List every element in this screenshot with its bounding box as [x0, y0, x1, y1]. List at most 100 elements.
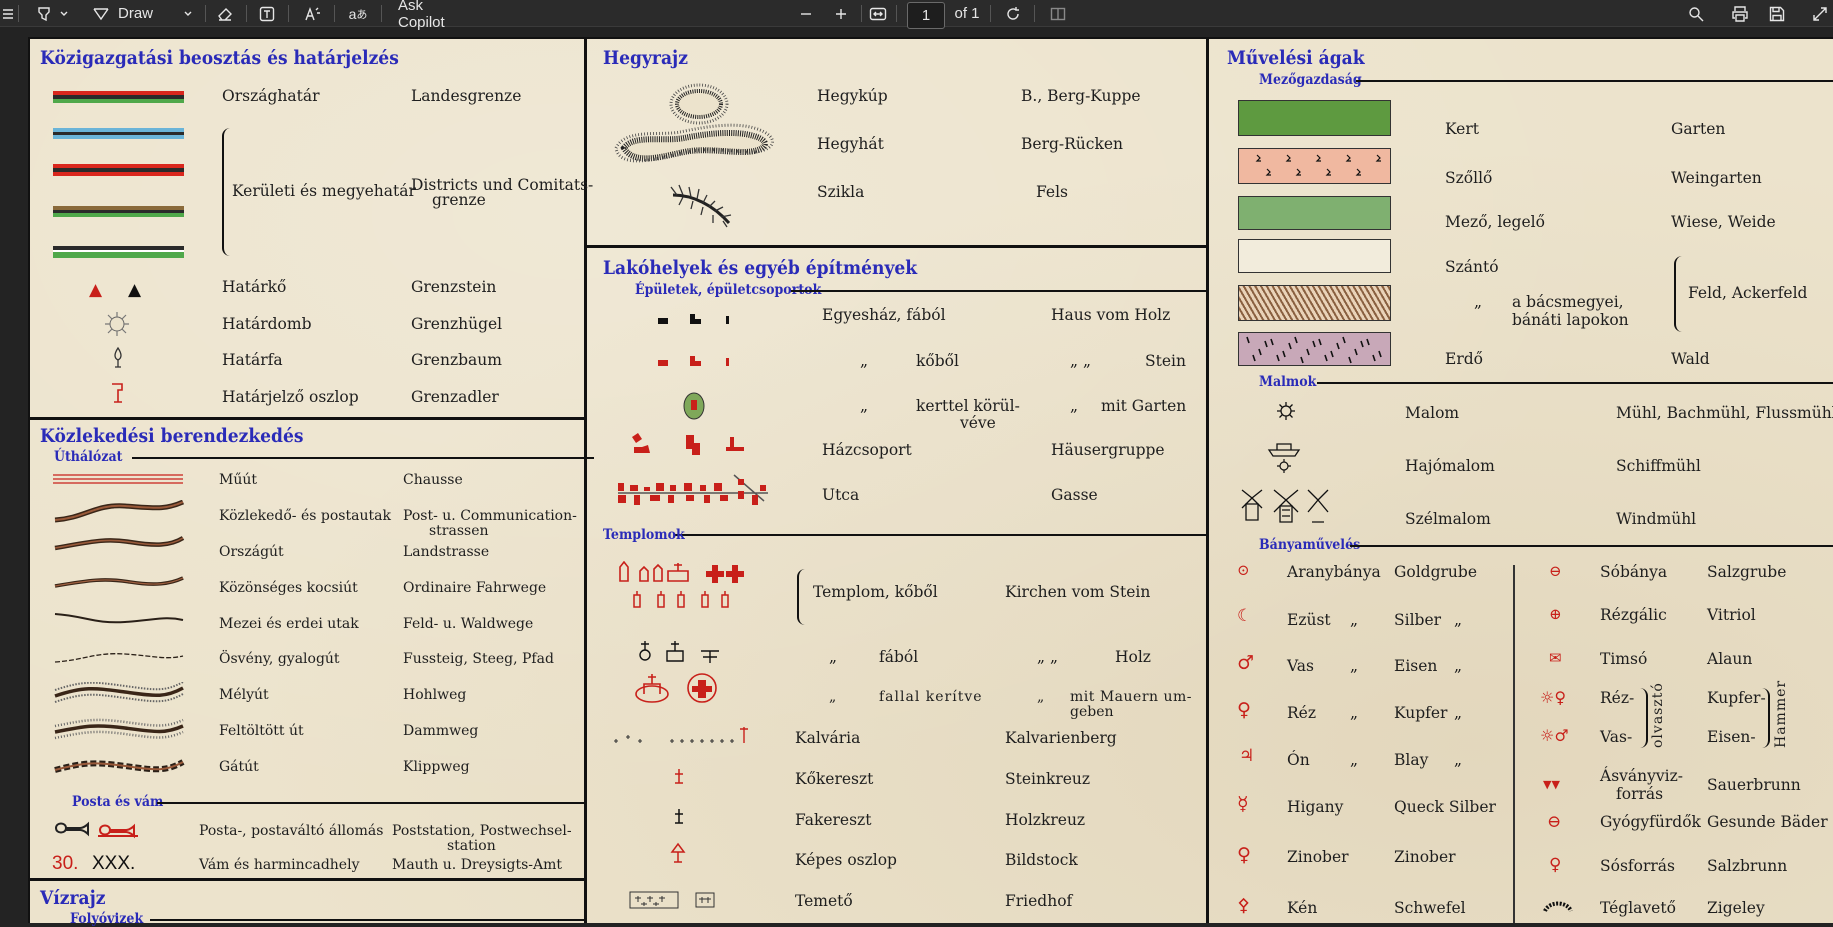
road-symbol	[53, 536, 185, 560]
agri-label-de: Weingarten	[1671, 169, 1762, 187]
mine-label-hu: Vas	[1287, 657, 1314, 675]
mine-label-hu: Ezüst	[1287, 611, 1331, 629]
terrain-label-de: B., Berg-Kuppe	[1021, 87, 1141, 105]
road-symbol	[53, 648, 185, 672]
building-label-de: Gasse	[1051, 486, 1098, 504]
mine-label-hu: Gyógyfürdők	[1600, 813, 1701, 831]
church-label-de: geben	[1070, 704, 1114, 720]
mine-label-hu: Kén	[1287, 899, 1318, 917]
building-label-de: Haus vom Holz	[1051, 306, 1171, 324]
sulfur-mine-icon: ⚴	[1237, 895, 1251, 916]
subsection-title-agriculture: Mezőgazdaság	[1259, 72, 1362, 88]
wooden-church-symbols	[637, 639, 727, 667]
road-label-de: Feld- u. Waldwege	[403, 616, 534, 632]
arable-bacs-swatch	[1238, 285, 1391, 321]
terrain-label-hu: Szikla	[817, 183, 865, 201]
silver-mine-icon: ☾	[1237, 606, 1253, 626]
boundary-mound-icon	[104, 311, 130, 341]
building-label-hu: véve	[960, 414, 996, 432]
legend-label-de: Landesgrenze	[411, 87, 522, 105]
forest-swatch	[1238, 332, 1391, 366]
wooden-house-symbol	[658, 312, 732, 331]
legend-label-hu: Határfa	[222, 351, 283, 369]
agri-label-hu: Mező, legelő	[1445, 213, 1545, 231]
wooden-cross-symbol	[671, 807, 687, 831]
section-title-admin: Közigazgatási beosztás és határjelzés	[40, 47, 399, 69]
subsection-title-roads: Úthálózat	[54, 449, 123, 465]
building-label-hu: kőből	[916, 352, 959, 370]
mine-label-hu: Rézgálic	[1600, 606, 1667, 624]
terrain-label-de: Fels	[1036, 183, 1068, 201]
agri-label-de: Wald	[1671, 350, 1710, 368]
customs-symbol-red: 30.	[52, 853, 79, 874]
district-border-symbol	[53, 164, 184, 176]
rock-symbol	[663, 177, 743, 237]
road-symbol	[53, 681, 185, 714]
mine-label-de: Salzgrube	[1707, 563, 1787, 581]
mercury-mine-icon: ☿	[1237, 793, 1249, 815]
legend-content: Közigazgatási beosztás és határjelzés Or…	[0, 0, 1833, 927]
road-label-hu: Gátút	[219, 759, 259, 775]
church-label-hu: Templom, kőből	[813, 583, 938, 601]
road-label-de: Dammweg	[403, 723, 479, 739]
mine-label-hu: Réz-	[1600, 689, 1635, 707]
agri-label-hu: a bácsmegyei,	[1512, 293, 1624, 311]
subsection-title-rivers: Folyóvizek	[70, 911, 144, 927]
road-label-hu: Közönséges kocsiút	[219, 580, 358, 596]
mine-label-hu: forrás	[1616, 785, 1664, 803]
mine-label-hu: Réz	[1287, 704, 1317, 722]
walled-church-symbols	[634, 668, 724, 708]
meadow-swatch	[1238, 196, 1391, 230]
ditto-mark: „	[860, 397, 869, 415]
building-label-de: mit Garten	[1101, 397, 1187, 415]
legend-label-de: Grenzbaum	[411, 351, 502, 369]
road-label-de: strassen	[429, 523, 489, 539]
mill-label-de: Windmühl	[1616, 510, 1697, 528]
stone-house-symbol	[658, 354, 732, 373]
legend-label-hu: Kerületi és megyehatár	[232, 182, 416, 200]
vitriol-icon: ⊕	[1549, 605, 1562, 623]
building-label-hu: Egyesház, fából	[822, 306, 946, 324]
mine-label-de: Vitriol	[1707, 606, 1756, 624]
building-label-hu: kerttel körül-	[916, 397, 1020, 415]
church-label-de: Holz	[1115, 648, 1151, 666]
mine-label-de: Kupfer-	[1707, 689, 1766, 707]
road-symbol	[53, 756, 185, 784]
post-label-hu: Posta-, postaváltó állomás	[199, 823, 384, 839]
salt-mine-icon: ⊖	[1549, 562, 1562, 580]
mill-label-hu: Szélmalom	[1405, 510, 1491, 528]
post-label-de: Poststation, Postwechsel-	[392, 823, 572, 839]
ditto-mark: „	[1350, 751, 1359, 769]
mine-label-de: Salzbrunn	[1707, 857, 1788, 875]
road-label-hu: Közlekedő- és postautak	[219, 508, 391, 524]
copper-hammer-icon: ☼♀	[1540, 688, 1567, 707]
mine-label-de: Kupfer	[1394, 704, 1448, 722]
agri-label-de: Garten	[1671, 120, 1726, 138]
mill-label-de: Mühl, Bachmühl, Flussmühl	[1616, 404, 1833, 422]
ditto-mark: „	[1454, 611, 1463, 629]
road-label-de: Ordinaire Fahrwege	[403, 580, 547, 596]
ditto-mark: „	[1350, 657, 1359, 675]
road-symbol	[53, 471, 185, 490]
boundary-stone-icon: ▲	[128, 280, 142, 300]
legend-label-de: Grenzstein	[411, 278, 497, 296]
subsection-title-post: Posta és vám	[72, 794, 164, 810]
mine-label-de: Alaun	[1707, 650, 1753, 668]
mine-label-de: Eisen-	[1707, 728, 1756, 746]
boundary-tree-icon	[111, 346, 125, 372]
picture-column-symbol	[669, 842, 687, 868]
legend-label-de: Grenzhügel	[411, 315, 503, 333]
mine-label-de: Sauerbrunn	[1707, 776, 1801, 794]
church-label-hu: Képes oszlop	[795, 851, 897, 869]
mine-label-hu: Aranybánya	[1287, 563, 1381, 581]
post-label-hu: Vám és harmincadhely	[199, 857, 360, 873]
iron-mine-icon: ♂	[1237, 652, 1255, 674]
ditto-mark: „	[1350, 611, 1359, 629]
legend-label-hu: Határdomb	[222, 315, 312, 333]
mineral-spring-icon: ▼▼	[1543, 778, 1560, 791]
church-label-hu: Kőkereszt	[795, 770, 874, 788]
agri-label-hu: Kert	[1445, 120, 1479, 138]
house-group-symbol	[630, 433, 754, 461]
building-label-hu: Utca	[822, 486, 860, 504]
copper-mine-icon: ♀	[1237, 699, 1251, 721]
